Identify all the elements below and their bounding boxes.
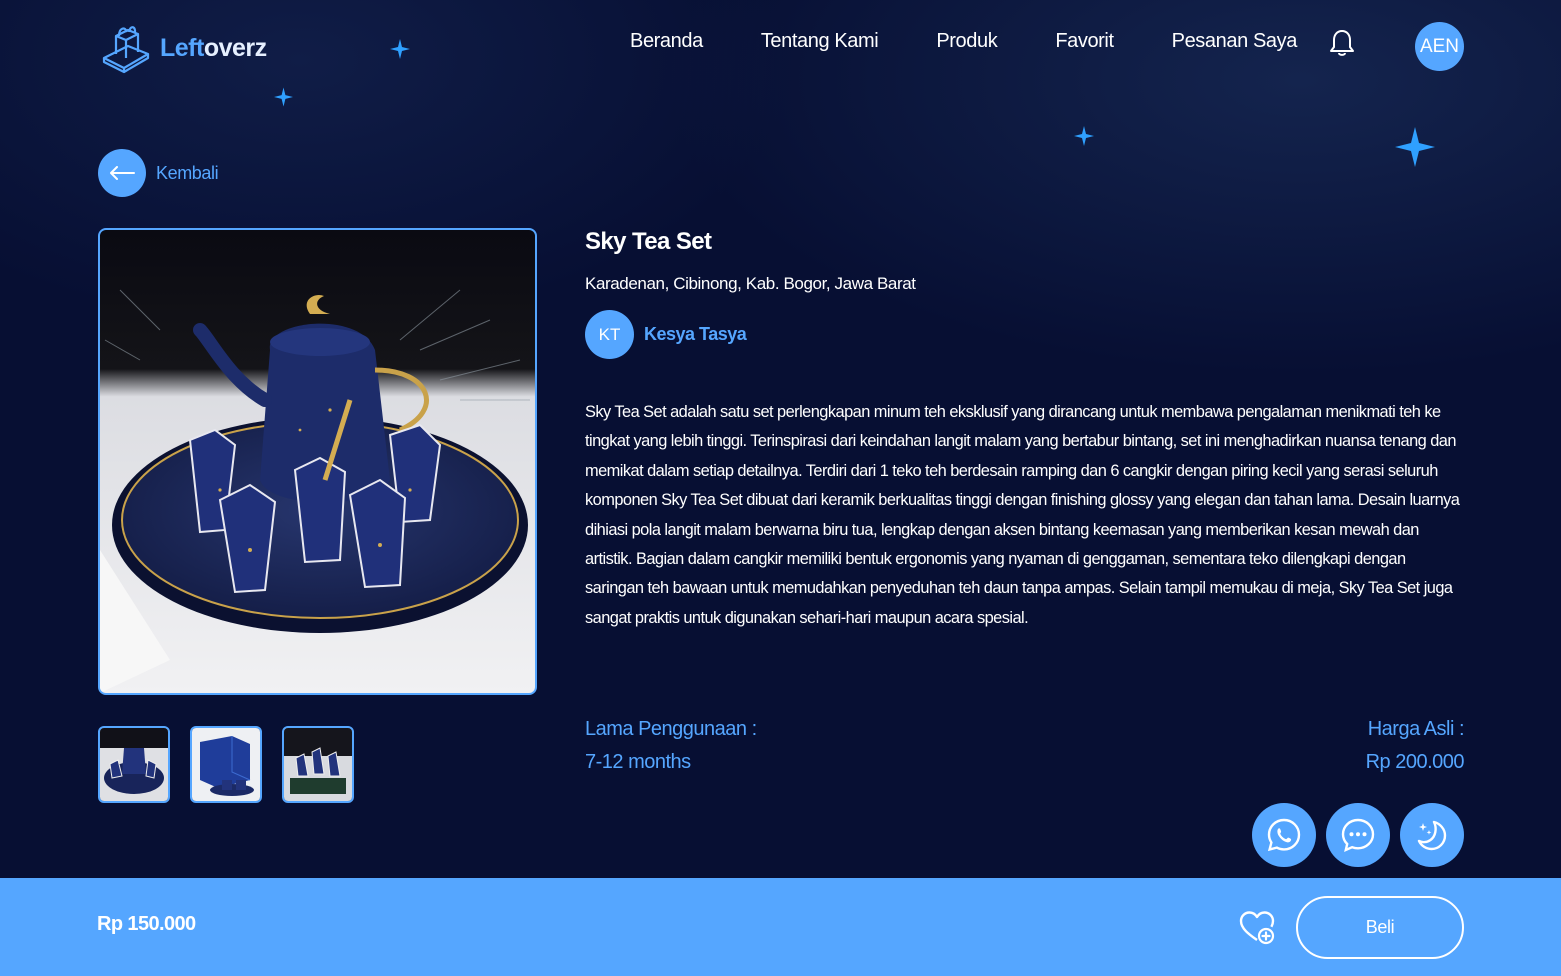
heart-plus-icon[interactable] bbox=[1238, 908, 1276, 946]
contact-actions bbox=[1252, 803, 1464, 867]
thumbnail-image bbox=[192, 728, 260, 801]
whatsapp-button[interactable] bbox=[1252, 803, 1316, 867]
thumbnail-1[interactable] bbox=[98, 726, 170, 803]
brand-name: Leftoverz bbox=[160, 34, 267, 63]
seller-profile[interactable]: KT Kesya Tasya bbox=[585, 310, 747, 359]
sparkle-star-icon bbox=[1074, 126, 1094, 146]
seller-avatar: KT bbox=[585, 310, 634, 359]
seller-name: Kesya Tasya bbox=[644, 324, 747, 344]
product-title: Sky Tea Set bbox=[585, 228, 712, 255]
chat-button[interactable] bbox=[1326, 803, 1390, 867]
user-avatar[interactable]: AEN bbox=[1415, 22, 1464, 71]
nav-item-beranda[interactable]: Beranda bbox=[630, 30, 703, 53]
thumbnail-3[interactable] bbox=[282, 726, 354, 803]
whatsapp-icon bbox=[1267, 818, 1301, 852]
product-location: Karadenan, Cibinong, Kab. Bogor, Jawa Ba… bbox=[585, 274, 916, 293]
back-circle bbox=[98, 149, 146, 197]
product-detail-page: Leftoverz Beranda Tentang Kami Produk Fa… bbox=[0, 0, 1561, 976]
main-nav: Beranda Tentang Kami Produk Favorit Pesa… bbox=[630, 30, 1355, 53]
chat-icon bbox=[1341, 818, 1375, 853]
thumbnail-image bbox=[284, 728, 352, 801]
nav-item-tentang-kami[interactable]: Tentang Kami bbox=[761, 30, 879, 53]
purchase-bar: Rp 150.000 Beli bbox=[0, 878, 1561, 976]
logo-icon bbox=[102, 26, 150, 74]
brand-logo[interactable]: Leftoverz bbox=[98, 20, 267, 76]
thumbnail-image bbox=[100, 728, 168, 801]
brand-name-part2: overz bbox=[203, 33, 267, 62]
nav-item-favorit[interactable]: Favorit bbox=[1055, 30, 1114, 53]
product-main-image[interactable] bbox=[98, 228, 537, 695]
back-label: Kembali bbox=[156, 162, 219, 183]
usage-label: Lama Penggunaan : bbox=[585, 718, 757, 740]
product-description: Sky Tea Set adalah satu set perlengkapan… bbox=[585, 403, 1460, 627]
thumbnail-list bbox=[98, 726, 354, 803]
sparkle-star-icon bbox=[1395, 127, 1435, 167]
buy-button[interactable]: Beli bbox=[1296, 896, 1464, 959]
original-price-value: Rp 200.000 bbox=[1365, 751, 1465, 773]
thumbnail-2[interactable] bbox=[190, 726, 262, 803]
original-price-label: Harga Asli : bbox=[1367, 718, 1465, 740]
brand-name-part1: Left bbox=[160, 33, 204, 62]
nav-item-pesanan-saya[interactable]: Pesanan Saya bbox=[1172, 30, 1298, 53]
sparkle-star-icon bbox=[390, 39, 410, 59]
moon-stars-icon bbox=[1417, 820, 1447, 851]
usage-value: 7-12 months bbox=[585, 751, 691, 773]
nav-item-produk[interactable]: Produk bbox=[936, 30, 997, 53]
tea-set-photo bbox=[100, 289, 530, 693]
selling-price: Rp 150.000 bbox=[97, 913, 196, 935]
back-button[interactable]: Kembali bbox=[98, 149, 219, 197]
moon-button[interactable] bbox=[1400, 803, 1464, 867]
arrow-left-icon bbox=[110, 166, 135, 180]
bell-icon[interactable] bbox=[1328, 28, 1356, 58]
sparkle-star-icon bbox=[274, 87, 293, 107]
